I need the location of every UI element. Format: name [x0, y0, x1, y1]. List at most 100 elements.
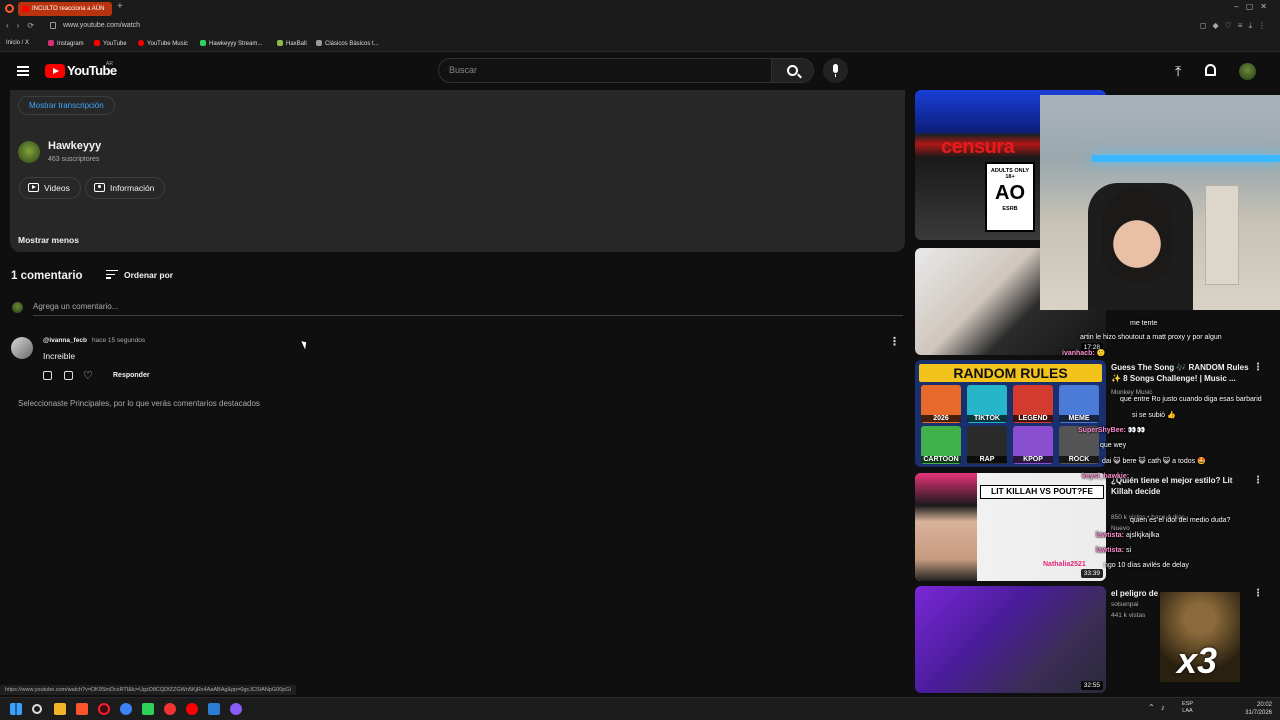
sidebar-video-meta-5: 441 k vistas [1111, 612, 1146, 619]
kick-app-icon[interactable] [142, 703, 154, 715]
sort-icon[interactable] [106, 270, 118, 279]
youtube-music-app-icon[interactable] [186, 703, 198, 715]
taskbar-clock[interactable]: 20:02 31/7/2026 [1245, 701, 1272, 717]
notepad-icon[interactable] [208, 703, 220, 715]
bookmark-youtube[interactable]: YouTube [94, 40, 127, 47]
sidebar-video-thumbnail-5[interactable]: 32:55 [915, 586, 1106, 693]
windows-taskbar: ⌃♪ ESP LAA 20:02 31/7/2026 [0, 697, 1280, 720]
esrb-rating-badge: ADULTS ONLY 18+ AO ESRB [985, 162, 1035, 232]
show-transcript-button[interactable]: Mostrar transcripción [18, 96, 115, 115]
channel-avatar[interactable] [18, 141, 40, 163]
hamburger-menu-icon[interactable] [17, 66, 29, 76]
show-less-button[interactable]: Mostrar menos [18, 235, 79, 245]
search-button[interactable] [772, 58, 814, 83]
heart-icon[interactable]: ♡ [83, 369, 93, 382]
sidebar-video-thumbnail-3[interactable]: RANDOM RULES 2026 TIKTOK LEGEND MEME CAR… [915, 360, 1106, 467]
video-duration: 32:55 [1080, 681, 1103, 690]
description-box [10, 90, 905, 252]
chrome-icon[interactable] [164, 703, 176, 715]
window-controls[interactable]: –▢✕ [1234, 2, 1274, 11]
thumbnail-cell: MEME [1059, 385, 1099, 423]
document-icon [316, 40, 322, 46]
kick-icon [200, 40, 206, 46]
more-options-icon[interactable]: ⋮ [1253, 362, 1263, 373]
comment-time[interactable]: hace 15 segundos [92, 337, 145, 344]
thumbnail-title: RANDOM RULES [919, 364, 1102, 382]
windows-start-icon[interactable] [10, 703, 22, 715]
opera-logo-icon[interactable] [5, 4, 14, 13]
multiplier-overlay-text: x3 [1177, 640, 1218, 681]
sidebar-video-channel-5[interactable]: solsenpai [1111, 601, 1138, 608]
information-button[interactable]: Información [85, 177, 166, 199]
browser-toolbar-icons[interactable]: ◻◆♡≡⤓⋮ [1200, 21, 1272, 31]
keyboard-language[interactable]: ESP LAA [1182, 701, 1193, 715]
nav-buttons[interactable]: ‹›⟳ [6, 21, 42, 30]
new-tab-button[interactable]: + [117, 1, 123, 12]
play-icon [28, 183, 39, 192]
sidebar-video-title-4[interactable]: ¿Quién tiene el mejor estilo? Lit Killah… [1111, 475, 1251, 497]
videos-button[interactable]: Videos [19, 177, 81, 199]
microphone-icon [833, 64, 838, 77]
comment-text: Increible [43, 351, 76, 361]
chat-message: que entre Ro justo cuando diga esas barb… [1120, 396, 1262, 403]
video-duration: 33:39 [1080, 569, 1103, 578]
youtube-music-icon [138, 40, 144, 46]
more-options-icon[interactable]: ⋮ [889, 335, 900, 348]
thumbnail-person [915, 473, 977, 581]
brave-browser-icon[interactable] [76, 703, 88, 715]
sidebar-video-channel-3[interactable]: Monkey Music [1111, 389, 1153, 396]
bookmarks-bar: Inicio / X Instagram YouTube YouTube Mus… [0, 36, 1280, 52]
sidebar-video-thumbnail-4[interactable]: LIT KILLAH VS POUT?FE Nathalia2521 33:39 [915, 473, 1106, 581]
bookmark-instagram[interactable]: Instagram [48, 40, 84, 47]
comment-author[interactable]: @ivanna_fecb [43, 337, 87, 344]
webcam-overlay [1040, 95, 1280, 310]
more-options-icon[interactable]: ⋮ [1253, 475, 1263, 486]
app-icon[interactable] [120, 703, 132, 715]
youtube-logo-icon[interactable] [45, 64, 65, 78]
background-door [1205, 185, 1239, 285]
voice-search-button[interactable] [823, 58, 848, 83]
country-code: AR [106, 61, 113, 67]
bookmark-x[interactable]: Inicio / X [6, 40, 29, 46]
instagram-icon [48, 40, 54, 46]
account-avatar[interactable] [1239, 63, 1256, 80]
thumbnail-text: censura [941, 136, 1015, 158]
bookmark-youtube-music[interactable]: YouTube Music [138, 40, 188, 47]
comment-author-avatar[interactable] [11, 337, 33, 359]
lock-icon[interactable] [50, 22, 56, 29]
bookmark-clasicos[interactable]: Clásicos Básicos t... [316, 40, 379, 47]
upload-icon[interactable]: ⤒ [1175, 63, 1181, 80]
channel-name[interactable]: Hawkeyyy [48, 140, 101, 152]
thumbs-up-icon[interactable] [43, 371, 52, 380]
chat-message: dai 😺 bere 😺 cath 😺 a todos 🤩 [1102, 458, 1206, 465]
search-input[interactable]: Buscar [438, 58, 772, 83]
reply-button[interactable]: Responder [113, 372, 150, 379]
user-avatar [12, 302, 23, 313]
youtube-header: YouTube AR Buscar ⤒ [0, 52, 1280, 90]
system-tray-icons[interactable]: ⌃♪ [1148, 703, 1171, 712]
channel-subscribers: 463 suscriptores [48, 156, 100, 163]
bookmark-haxball[interactable]: HaxBall [277, 40, 307, 47]
streamer-person [1102, 187, 1172, 282]
new-badge: Nuevo [1111, 525, 1130, 532]
chat-message: si se subió 👍 [1132, 412, 1176, 419]
sort-by-button[interactable]: Ordenar por [124, 270, 173, 280]
bookmark-hawkeyyy[interactable]: Hawkeyyy Stream... [200, 40, 262, 47]
add-comment-input[interactable]: Agrega un comentario... [33, 302, 903, 316]
sidebar-video-meta-4: 850 k vistas • hace 4 días [1111, 514, 1185, 521]
thumbs-down-icon[interactable] [64, 371, 73, 380]
notifications-bell-icon[interactable] [1205, 64, 1216, 76]
discord-icon[interactable] [230, 703, 242, 715]
url-field[interactable]: www.youtube.com/watch [63, 22, 140, 29]
browser-tab[interactable]: INCULTO reacciona a AÜN [18, 2, 112, 16]
youtube-favicon-icon [22, 6, 29, 12]
taskbar-search-icon[interactable] [32, 704, 42, 714]
thumbnail-cell: CARTOON [921, 426, 961, 464]
status-bar-url: https://www.youtube.com/watch?v=DK9SmDcx… [0, 685, 296, 695]
file-explorer-icon[interactable] [54, 703, 66, 715]
more-options-icon[interactable]: ⋮ [1253, 588, 1263, 599]
haxball-icon [277, 40, 283, 46]
led-light-strip [1092, 155, 1280, 162]
sidebar-video-title-3[interactable]: Guess The Song 🎶 RANDOM Rules ✨ 8 Songs … [1111, 362, 1251, 384]
opera-browser-icon[interactable] [98, 703, 110, 715]
